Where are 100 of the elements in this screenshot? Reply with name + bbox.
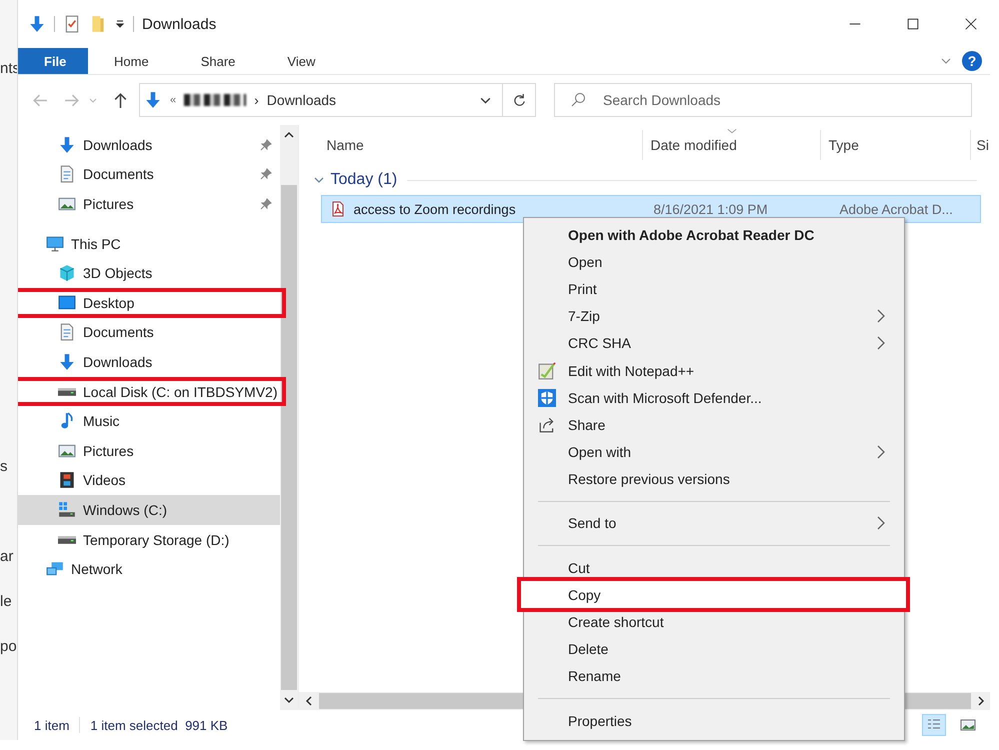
column-header[interactable]: Si	[970, 130, 990, 160]
column-header[interactable]: Name	[304, 130, 642, 160]
customize-dropdown-icon[interactable]	[115, 19, 125, 29]
nav-item[interactable]: 3D Objects	[18, 258, 280, 288]
background-text-fragment: po	[0, 638, 17, 655]
nav-item[interactable]: Network	[18, 554, 280, 584]
desktop-icon	[58, 294, 76, 312]
nav-item[interactable]: Documents	[18, 160, 280, 190]
redacted-path-block	[184, 94, 246, 106]
menu-item[interactable]: Send to	[526, 510, 900, 538]
share-icon	[538, 416, 556, 434]
nav-label: Local Disk (C: on ITBDSYMV2)	[83, 384, 278, 400]
file-name: access to Zoom recordings	[354, 202, 516, 216]
nav-label: Network	[71, 561, 122, 578]
menu-item[interactable]: CRC SHA	[526, 330, 900, 357]
refresh-button[interactable]	[502, 83, 536, 117]
nav-label: Pictures	[83, 442, 134, 459]
ribbon-tab[interactable]: Home	[88, 48, 175, 74]
nav-label: Windows (C:)	[83, 502, 168, 518]
nav-label: Downloads	[83, 136, 152, 153]
menu-label: Scan with Microsoft Defender...	[568, 390, 762, 406]
nav-item[interactable]: Documents	[18, 318, 280, 348]
nav-label: Videos	[83, 472, 126, 488]
menu-label: Delete	[568, 641, 608, 658]
nav-item[interactable]: Desktop	[18, 288, 286, 318]
breadcrumb[interactable]: Downloads	[266, 92, 336, 108]
nav-item[interactable]: Local Disk (C: on ITBDSYMV2)	[18, 376, 286, 406]
document-icon	[58, 165, 76, 184]
breadcrumb-separator[interactable]: ›	[254, 92, 259, 108]
shield-icon	[538, 388, 556, 407]
nav-label: Temporary Storage (D:)	[83, 532, 230, 548]
menu-item[interactable]: Open with Adobe Acrobat Reader DC	[526, 221, 900, 248]
menu-label: Cut	[568, 560, 590, 576]
overflow-breadcrumb[interactable]: «	[170, 94, 176, 106]
details-view-button[interactable]	[922, 714, 946, 736]
nav-item[interactable]: Music	[18, 406, 280, 436]
search-field[interactable]: Search Downloads	[554, 83, 972, 117]
scrollbar-thumb[interactable]	[280, 185, 296, 690]
ribbon-tab[interactable]: View	[261, 48, 342, 74]
help-icon[interactable]: ?	[962, 51, 982, 71]
maximize-icon[interactable]	[906, 17, 920, 31]
nav-item[interactable]: Downloads	[18, 130, 280, 160]
menu-item[interactable]: Open	[526, 248, 900, 276]
nav-item[interactable]: Downloads	[18, 347, 280, 377]
address-bar[interactable]: « › Downloads	[139, 83, 503, 117]
menu-label: Rename	[568, 668, 621, 684]
monitor-icon	[46, 234, 64, 253]
menu-item[interactable]: Share	[526, 411, 900, 438]
nav-item[interactable]: Windows (C:)	[18, 495, 280, 525]
close-icon[interactable]	[964, 17, 978, 31]
pdf-file-icon	[330, 201, 346, 217]
menu-item[interactable]: Scan with Microsoft Defender...	[526, 384, 900, 412]
sort-chevron-icon	[726, 128, 736, 134]
background-text-fragment: ar	[0, 548, 14, 565]
status-text: 1 item	[34, 718, 70, 732]
nav-item[interactable]: Pictures	[18, 436, 280, 466]
menu-label: Print	[568, 280, 597, 297]
menu-item[interactable]: Properties	[526, 707, 900, 734]
download-arrow-icon	[58, 352, 76, 371]
nav-label: 3D Objects	[83, 265, 152, 282]
menu-item[interactable]: Open with	[526, 438, 900, 466]
menu-item[interactable]: Print	[526, 275, 900, 303]
column-header[interactable]: Type	[820, 130, 970, 160]
menu-label: Create shortcut	[568, 614, 664, 630]
download-arrow-icon	[144, 90, 162, 110]
menu-item[interactable]: Rename	[526, 662, 900, 690]
menu-item[interactable]: 7-Zip	[526, 302, 900, 330]
search-icon	[570, 92, 586, 108]
properties-checklist-icon[interactable]	[63, 14, 81, 34]
menu-item[interactable]: Copy	[521, 581, 906, 608]
nav-item[interactable]: This PC	[18, 228, 280, 258]
download-arrow-icon[interactable]	[28, 14, 46, 34]
menu-label: 7-Zip	[568, 308, 600, 324]
window-title: Downloads	[142, 16, 216, 32]
status-text: 1 item selected 991 KB	[90, 718, 228, 732]
nav-item[interactable]: Temporary Storage (D:)	[18, 524, 280, 554]
menu-item[interactable]: Create shortcut	[526, 608, 900, 636]
vertical-scrollbar[interactable]	[280, 125, 298, 710]
refresh-icon	[512, 92, 526, 108]
date-cell-text: 8/16/2021 1:09 PM	[652, 202, 769, 216]
background-text-fragment: le	[0, 593, 12, 610]
type-cell-text: Adobe Acrobat D...	[838, 202, 953, 216]
menu-item[interactable]: Delete	[526, 636, 900, 663]
column-header[interactable]: Date modified	[642, 130, 820, 160]
menu-label: Share	[568, 416, 606, 433]
menu-item[interactable]: Edit with Notepad++	[526, 356, 900, 384]
nav-label: Pictures	[83, 196, 134, 212]
nav-label: Documents	[83, 166, 154, 182]
nav-item[interactable]: Pictures	[18, 189, 280, 219]
group-header[interactable]: Today (1)	[330, 171, 398, 189]
menu-item[interactable]: Cut	[526, 554, 900, 582]
notepad-pencil-icon	[538, 362, 556, 380]
menu-item[interactable]: Restore previous versions	[526, 466, 900, 493]
up-arrow-icon[interactable]	[112, 92, 129, 108]
drive-icon	[58, 536, 76, 544]
menu-label: Open	[568, 254, 602, 270]
background-text-fragment: s	[0, 458, 8, 475]
ribbon-tab[interactable]: Share	[174, 48, 262, 74]
nav-item[interactable]: Videos	[18, 466, 280, 496]
ribbon-tab[interactable]: File	[18, 48, 88, 74]
